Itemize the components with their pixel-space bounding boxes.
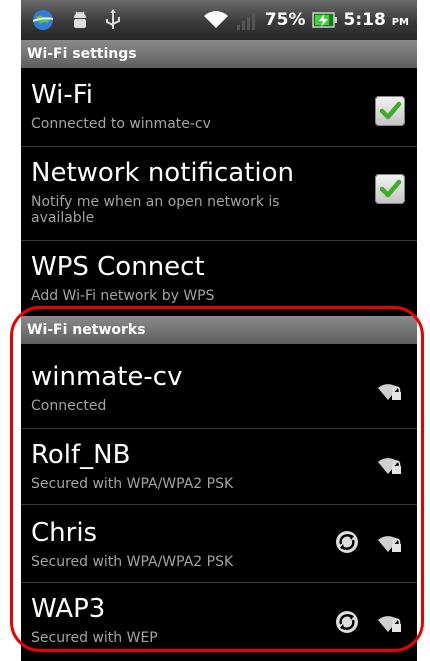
checkmark-icon: [379, 101, 402, 120]
network-status: Secured with WEP: [31, 630, 158, 646]
wifi-lock-icon: [378, 384, 401, 400]
battery-percent: 75%: [264, 10, 306, 30]
networks-section-header: Wi-Fi networks: [21, 316, 417, 344]
wifi-lock-icon: [378, 458, 401, 474]
network-status: Secured with WPA/WPA2 PSK: [31, 476, 234, 492]
divider: [21, 146, 417, 147]
wifi-toggle-item[interactable]: Wi-Fi Connected to winmate-cv: [21, 80, 417, 132]
network-status: Connected: [31, 398, 107, 414]
status-bar: 75% 5:18 PM: [21, 0, 417, 40]
settings-section-header: Wi-Fi settings: [21, 40, 417, 68]
wps-connect-desc: Add Wi-Fi network by WPS: [31, 288, 215, 304]
wifi-title: Wi-Fi: [31, 80, 94, 110]
wifi-lock-icon: [378, 536, 401, 552]
network-item-winmate-cv[interactable]: winmate-cv Connected: [21, 362, 417, 414]
checkmark-icon: [379, 179, 402, 198]
divider: [21, 504, 417, 505]
wps-connect-title: WPS Connect: [31, 252, 205, 282]
network-status: Secured with WPA/WPA2 PSK: [31, 554, 234, 570]
wps-refresh-icon[interactable]: [335, 530, 359, 554]
network-notification-desc: Notify me when an open network is availa…: [31, 194, 280, 226]
divider: [21, 428, 417, 429]
divider: [21, 582, 417, 583]
wps-connect-item[interactable]: WPS Connect Add Wi-Fi network by WPS: [21, 252, 417, 304]
network-ssid: Rolf_NB: [31, 440, 131, 470]
wifi-lock-icon: [378, 616, 401, 632]
network-item-rolf-nb[interactable]: Rolf_NB Secured with WPA/WPA2 PSK: [21, 440, 417, 492]
wifi-status: Connected to winmate-cv: [31, 116, 211, 132]
globe-icon: [32, 10, 54, 30]
phone-screen: 75% 5:18 PM Wi-Fi settings Wi-Fi Connect…: [21, 0, 417, 661]
network-ssid: winmate-cv: [31, 362, 183, 392]
android-debug-icon: [74, 11, 86, 28]
usb-icon: [106, 9, 120, 29]
divider: [21, 240, 417, 241]
wifi-signal-icon: [203, 11, 228, 28]
cell-signal-icon: [236, 13, 255, 30]
battery-charging-icon: [311, 12, 337, 28]
network-notification-item[interactable]: Network notification Notify me when an o…: [21, 158, 417, 226]
wps-refresh-icon[interactable]: [335, 610, 359, 634]
clock-time: 5:18: [343, 10, 386, 30]
clock-ampm: PM: [391, 17, 409, 28]
network-ssid: WAP3: [31, 594, 106, 624]
wifi-checkbox[interactable]: [375, 96, 405, 126]
network-ssid: Chris: [31, 518, 98, 548]
network-notification-checkbox[interactable]: [375, 174, 405, 204]
status-clock: 5:18 PM: [344, 10, 410, 30]
network-notification-title: Network notification: [31, 158, 295, 188]
